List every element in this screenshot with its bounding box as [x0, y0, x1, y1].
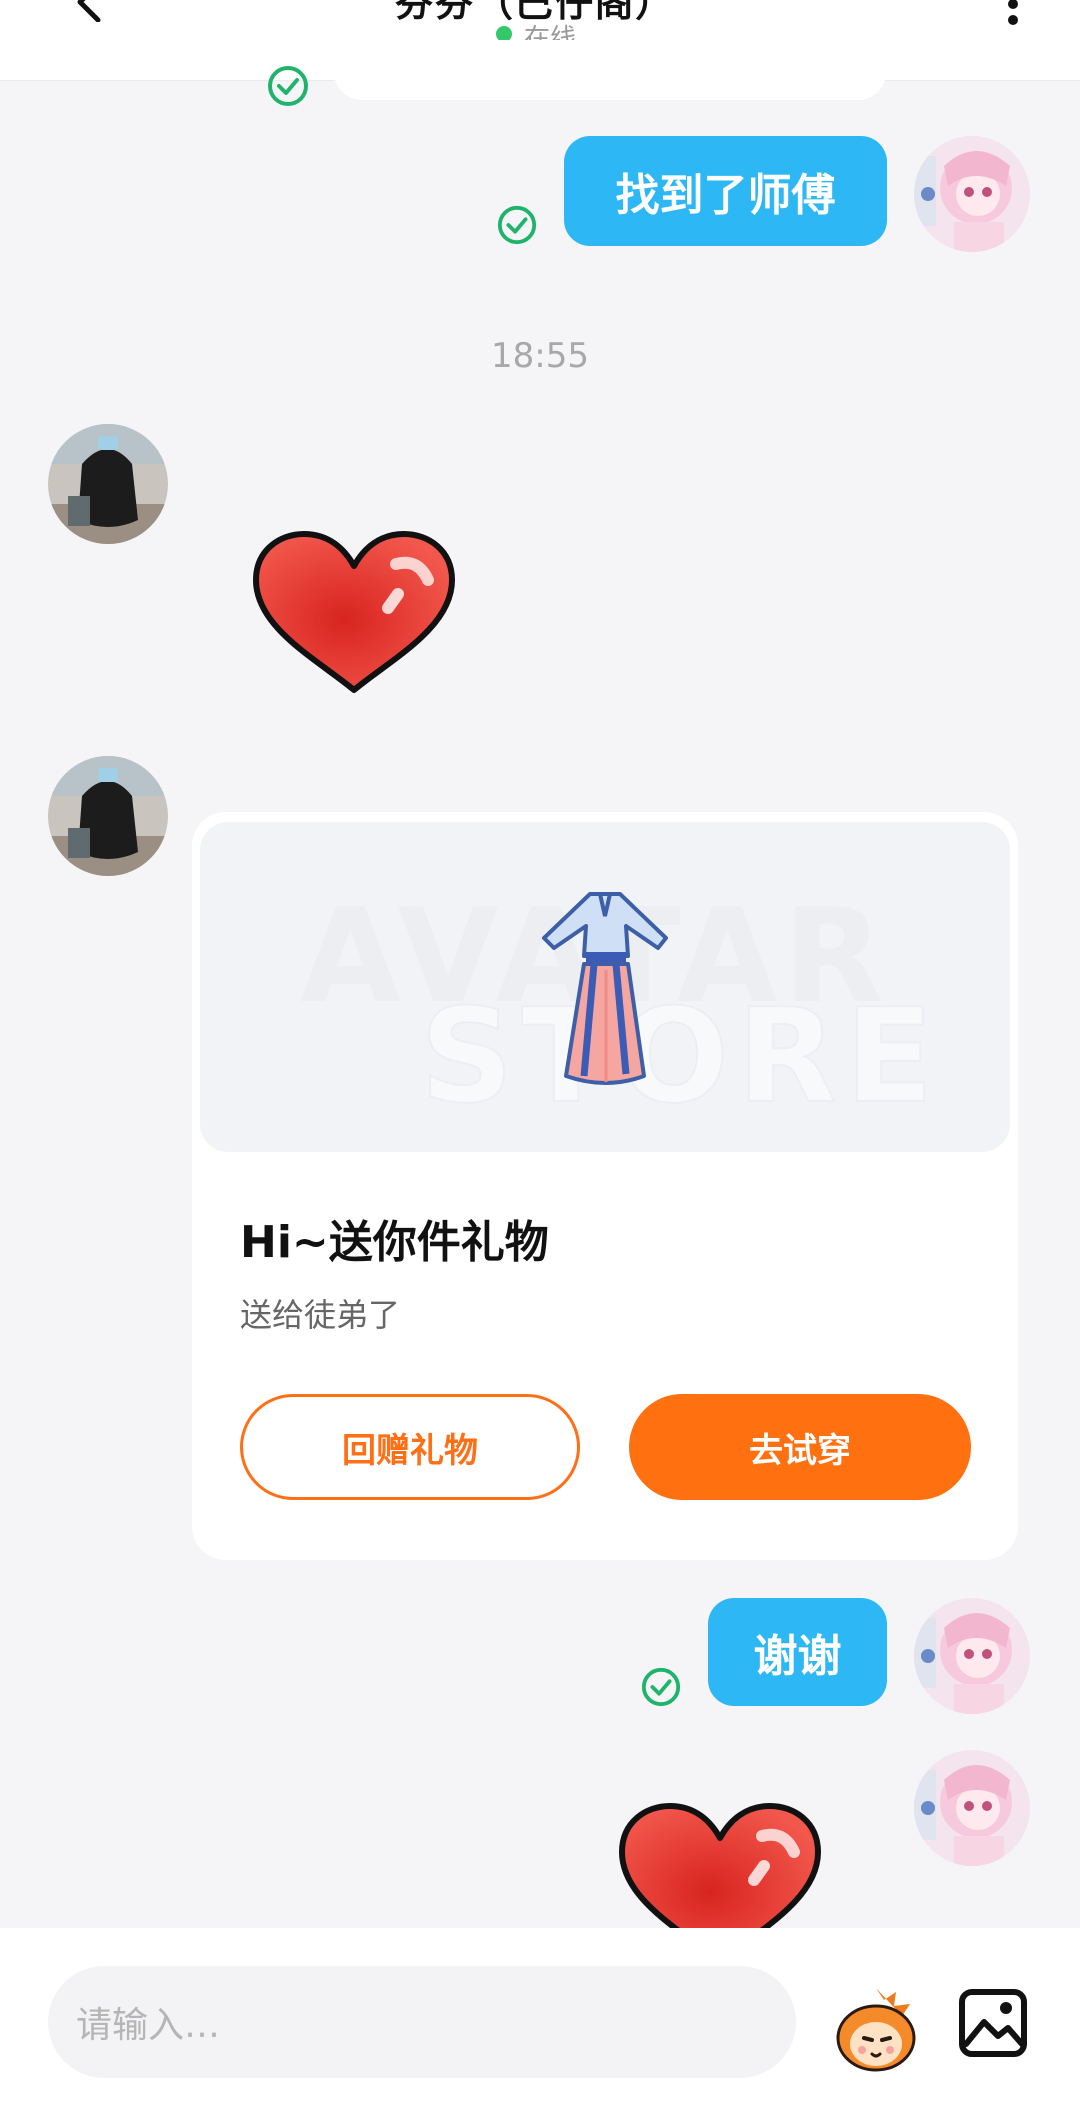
outgoing-message-bubble[interactable]: 找到了师傅	[564, 136, 887, 246]
read-check-icon	[641, 1667, 681, 1707]
heart-sticker-icon	[253, 531, 455, 693]
my-avatar[interactable]	[914, 136, 1030, 252]
store-watermark: STORE	[419, 979, 942, 1133]
outgoing-message-bubble[interactable]: 谢谢	[708, 1598, 887, 1706]
gift-card-title: Hi~送你件礼物	[240, 1217, 549, 1268]
message-input-placeholder: 请输入…	[76, 2005, 221, 2046]
previous-message-bubble	[334, 40, 886, 100]
my-avatar[interactable]	[914, 1598, 1030, 1714]
hanfu-dress-icon	[542, 892, 668, 1085]
message-input[interactable]: 请输入…	[48, 1966, 796, 2078]
try-on-button[interactable]: 去试穿	[629, 1394, 971, 1500]
back-icon[interactable]	[70, 0, 110, 22]
my-avatar[interactable]	[914, 1750, 1030, 1866]
gift-card-subtitle: 送给徒弟了	[240, 1296, 401, 1334]
read-check-icon	[497, 205, 537, 245]
contact-avatar[interactable]	[48, 424, 168, 544]
image-icon[interactable]	[958, 1988, 1028, 2058]
message-timestamp: 18:55	[491, 336, 589, 376]
more-vertical-icon[interactable]	[1003, 0, 1023, 40]
read-check-icon	[268, 66, 308, 106]
return-gift-button[interactable]: 回赠礼物	[240, 1394, 580, 1500]
mascot-emoji-icon[interactable]	[830, 1982, 922, 2074]
contact-avatar[interactable]	[48, 756, 168, 876]
